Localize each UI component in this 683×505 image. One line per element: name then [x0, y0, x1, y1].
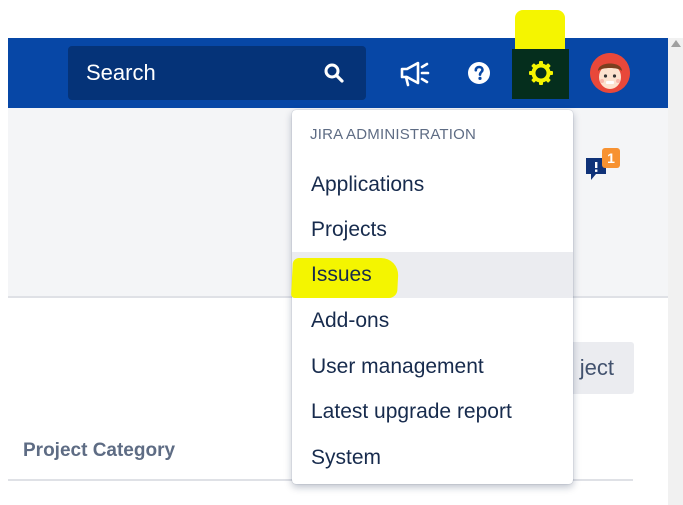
menu-item-system[interactable]: System [292, 435, 573, 481]
scroll-up-icon[interactable] [671, 40, 681, 47]
avatar-face-icon [590, 53, 630, 93]
menu-item-issues-label[interactable]: Issues [292, 252, 573, 298]
avatar[interactable] [590, 53, 630, 93]
menu-item-latest-upgrade-report[interactable]: Latest upgrade report [292, 389, 573, 435]
badge-count: 1 [607, 150, 615, 166]
feedback-icon[interactable]: 1 [582, 144, 628, 184]
gear-icon[interactable] [528, 60, 554, 86]
menu-item-user-management[interactable]: User management [292, 344, 573, 390]
menu-item-applications[interactable]: Applications [292, 162, 573, 208]
menu-item-projects[interactable]: Projects [292, 207, 573, 253]
menu-item-add-ons[interactable]: Add-ons [292, 298, 573, 344]
help-icon[interactable] [467, 61, 491, 85]
page-scrollbar[interactable] [668, 38, 683, 505]
search-icon[interactable] [322, 61, 346, 85]
column-header-project-category[interactable]: Project Category [23, 440, 175, 462]
gear-highlight-mark [515, 10, 565, 50]
megaphone-icon[interactable] [398, 58, 432, 88]
dropdown-heading: JIRA ADMINISTRATION [310, 126, 477, 143]
